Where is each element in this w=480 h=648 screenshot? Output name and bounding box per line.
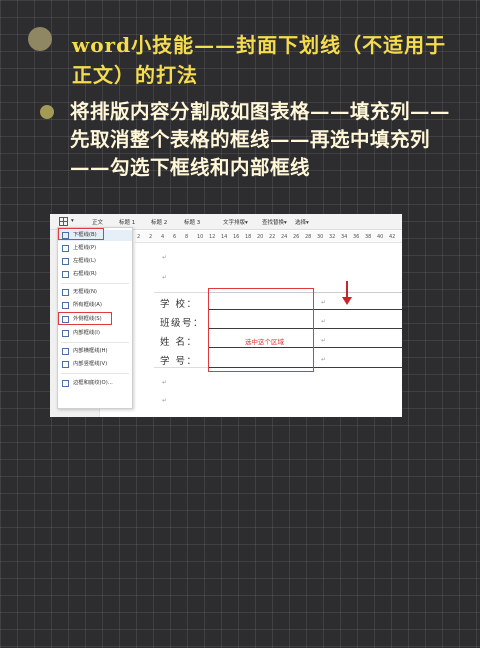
ret-mark: ↵ xyxy=(162,254,168,261)
menu-item-label: 边框和底纹(O)... xyxy=(73,380,113,386)
ruler-tick: 4 xyxy=(161,234,165,240)
chevron-down-icon[interactable]: ▾ xyxy=(71,218,74,224)
style-heading3-button[interactable]: 标题 3 xyxy=(184,218,200,226)
ruler-tick: 18 xyxy=(245,234,252,240)
ruler-tick: 28 xyxy=(305,234,312,240)
style-normal-button[interactable]: 正文 xyxy=(92,218,103,226)
slide-heading: word小技能——封面下划线（不适用于正文）的打法 xyxy=(72,33,447,87)
inside-vertical-border-icon xyxy=(62,361,69,368)
field-label-name: 姓 名： xyxy=(160,337,198,348)
menu-item-no-border[interactable]: 无框线(N) xyxy=(58,287,132,298)
field-label-number: 学 号： xyxy=(160,356,198,367)
menu-separator xyxy=(61,373,129,374)
ruler-tick: 12 xyxy=(209,234,216,240)
ret-mark: ↵ xyxy=(162,274,168,281)
word-screenshot: ▾ 正文 标题 1 标题 2 标题 3 文字排版▾ 查找替换▾ 选择▾ 2246… xyxy=(50,214,402,417)
left-border-icon xyxy=(62,258,69,265)
ret-mark: ↵ xyxy=(321,337,327,344)
menu-item-label: 内部竖框线(V) xyxy=(73,361,108,367)
menu-item-all-borders[interactable]: 所有框线(A) xyxy=(58,300,132,311)
menu-item-inside-horizontal[interactable]: 内部横框线(H) xyxy=(58,346,132,357)
menu-separator xyxy=(61,283,129,284)
ruler-tick: 2 xyxy=(137,234,141,240)
ruler-tick: 30 xyxy=(317,234,324,240)
ruler-tick: 16 xyxy=(233,234,240,240)
slide-bullet-small xyxy=(40,105,54,119)
slide-body-text: 将排版内容分割成如图表格——填充列——先取消整个表格的框线——再选中填充列——勾… xyxy=(70,100,451,179)
table-line-faint xyxy=(154,367,208,368)
find-replace-button[interactable]: 查找替换▾ xyxy=(262,218,287,226)
ret-mark: ↵ xyxy=(321,299,327,306)
ruler-tick: 14 xyxy=(221,234,228,240)
ruler: 2 2 4 6 8 10 12 14 16 18 20 22 24 26 28 30 32 34 36 38 40 42 xyxy=(135,231,402,243)
menu-separator xyxy=(61,342,129,343)
ruler-tick: 10 xyxy=(197,234,204,240)
selection-highlight-box xyxy=(208,288,314,372)
inside-horizontal-border-icon xyxy=(62,348,69,355)
menu-item-label: 内部框线(I) xyxy=(73,330,100,336)
borders-shading-icon xyxy=(62,380,69,387)
ret-mark: ↵ xyxy=(162,379,168,386)
menu-item-label: 左框线(L) xyxy=(73,258,96,264)
ruler-tick: 34 xyxy=(341,234,348,240)
menu-item-right-border[interactable]: 右框线(R) xyxy=(58,269,132,280)
menu-highlight-box-outside xyxy=(58,312,112,325)
menu-item-borders-shading[interactable]: 边框和底纹(O)... xyxy=(58,378,132,389)
text-layout-button[interactable]: 文字排版▾ xyxy=(223,218,248,226)
menu-item-label: 无框线(N) xyxy=(73,289,97,295)
top-border-icon xyxy=(62,245,69,252)
down-arrow-icon xyxy=(342,281,352,305)
menu-item-top-border[interactable]: 上框线(P) xyxy=(58,243,132,254)
ruler-tick: 2 xyxy=(149,234,153,240)
menu-item-label: 上框线(P) xyxy=(73,245,97,251)
right-border-icon xyxy=(62,271,69,278)
ret-mark: ↵ xyxy=(162,397,168,404)
ruler-tick: 6 xyxy=(173,234,177,240)
ret-mark: ↵ xyxy=(321,318,327,325)
slide-bullet-large xyxy=(28,27,52,51)
menu-item-label: 内部横框线(H) xyxy=(73,348,108,354)
field-label-school: 学 校： xyxy=(160,299,198,310)
table-borders-icon[interactable] xyxy=(59,217,68,226)
menu-item-inside-borders[interactable]: 内部框线(I) xyxy=(58,328,132,339)
menu-highlight-box-bottom xyxy=(58,228,104,240)
menu-item-label: 所有框线(A) xyxy=(73,302,102,308)
ruler-tick: 22 xyxy=(269,234,276,240)
selection-note: 选中这个区域 xyxy=(245,338,284,346)
inside-borders-icon xyxy=(62,330,69,337)
style-heading1-button[interactable]: 标题 1 xyxy=(119,218,135,226)
menu-item-inside-vertical[interactable]: 内部竖框线(V) xyxy=(58,359,132,370)
ret-mark: ↵ xyxy=(321,356,327,363)
ruler-tick: 40 xyxy=(377,234,384,240)
menu-item-left-border[interactable]: 左框线(L) xyxy=(58,256,132,267)
select-button[interactable]: 选择▾ xyxy=(295,218,309,226)
no-border-icon xyxy=(62,289,69,296)
ruler-tick: 20 xyxy=(257,234,264,240)
ruler-tick: 42 xyxy=(389,234,396,240)
table-line-faint xyxy=(154,292,208,293)
ruler-tick: 36 xyxy=(353,234,360,240)
ruler-tick: 32 xyxy=(329,234,336,240)
ruler-tick: 38 xyxy=(365,234,372,240)
field-label-class: 班级号： xyxy=(160,318,205,329)
all-borders-icon xyxy=(62,302,69,309)
ruler-tick: 8 xyxy=(185,234,189,240)
style-heading2-button[interactable]: 标题 2 xyxy=(151,218,167,226)
ruler-tick: 24 xyxy=(281,234,288,240)
ruler-tick: 26 xyxy=(293,234,300,240)
menu-item-label: 右框线(R) xyxy=(73,271,97,277)
